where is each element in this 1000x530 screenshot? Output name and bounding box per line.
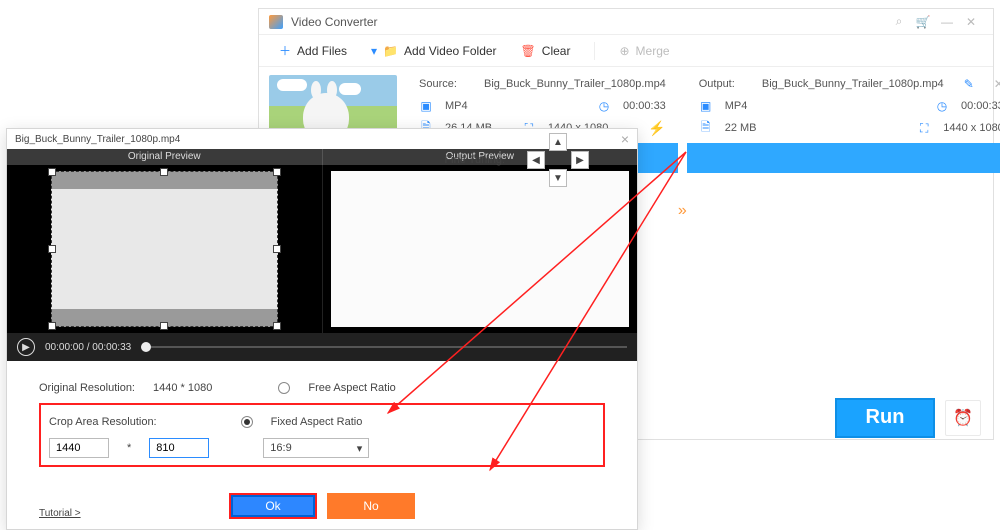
free-ratio-radio[interactable]	[278, 382, 290, 394]
remove-button[interactable]: ✕	[994, 77, 1000, 91]
cart-icon[interactable]: 🛒	[911, 15, 935, 29]
add-folder-button[interactable]: ▾📁Add Video Folder	[371, 44, 497, 58]
seek-slider[interactable]	[141, 346, 627, 348]
clear-button[interactable]: 🗑Clear	[521, 44, 571, 58]
original-preview[interactable]	[7, 165, 323, 333]
ratio-select[interactable]: 16:9▾	[263, 438, 369, 458]
time-display: 00:00:00 / 00:00:33	[45, 342, 131, 353]
minimize-icon[interactable]: —	[935, 15, 959, 29]
nudge-right-button[interactable]: ▶	[571, 151, 589, 169]
ok-button[interactable]: Ok	[229, 493, 317, 519]
trash-icon: 🗑	[521, 44, 536, 58]
crop-marquee[interactable]	[51, 171, 278, 327]
output-filename: Big_Buck_Bunny_Trailer_1080p.mp4	[762, 78, 944, 90]
clock-icon: ◷	[597, 99, 611, 113]
key-icon[interactable]: ⌕	[887, 14, 911, 29]
source-filename: Big_Buck_Bunny_Trailer_1080p.mp4	[484, 78, 666, 90]
plus-icon: ＋	[279, 42, 291, 59]
crop-height-input[interactable]	[149, 438, 209, 458]
merge-button[interactable]: ⊕Merge	[619, 44, 669, 58]
free-ratio-label: Free Aspect Ratio	[308, 382, 395, 394]
format-icon: ▣	[419, 99, 433, 113]
add-files-button[interactable]: ＋Add Files	[279, 42, 347, 59]
alarm-button[interactable]: ⏰	[945, 400, 981, 436]
run-button[interactable]: Run	[835, 398, 935, 438]
nudge-up-button[interactable]: ▲	[549, 133, 567, 151]
tutorial-link[interactable]: Tutorial >	[39, 508, 81, 519]
chevron-down-icon: ▾	[371, 44, 377, 58]
fixed-ratio-label: Fixed Aspect Ratio	[271, 416, 363, 428]
orig-res-label: Original Resolution:	[39, 382, 135, 394]
orig-res-value: 1440 * 1080	[153, 382, 212, 394]
merge-icon: ⊕	[619, 44, 629, 58]
toolbar: ＋Add Files ▾📁Add Video Folder 🗑Clear ⊕Me…	[259, 35, 993, 67]
fixed-ratio-radio[interactable]	[241, 416, 253, 428]
original-preview-header: Original Preview	[7, 149, 323, 165]
bolt-icon: ⚡	[648, 120, 665, 137]
output-panel: Output: Big_Buck_Bunny_Trailer_1080p.mp4…	[687, 67, 1000, 355]
folder-icon: 📁	[383, 44, 398, 58]
nudge-left-button[interactable]: ◀	[527, 151, 545, 169]
dialog-title: Big_Buck_Bunny_Trailer_1080p.mp4	[15, 134, 180, 145]
size-icon: ⛶	[917, 121, 931, 136]
arrow-divider-icon: »	[678, 67, 687, 355]
file-icon: 🗎	[699, 118, 713, 139]
crop-width-input[interactable]	[49, 438, 109, 458]
titlebar: Video Converter ⌕ 🛒 — ✕	[259, 9, 993, 35]
crop-dialog: Big_Buck_Bunny_Trailer_1080p.mp4 × Origi…	[6, 128, 638, 530]
close-icon[interactable]: ✕	[959, 15, 983, 29]
dialog-close-button[interactable]: ×	[621, 131, 629, 147]
format-icon: ▣	[699, 99, 713, 113]
play-button[interactable]: ▶	[17, 338, 35, 356]
output-preview	[323, 165, 638, 333]
nudge-down-button[interactable]: ▼	[549, 169, 567, 187]
app-logo-icon	[269, 15, 283, 29]
no-button[interactable]: No	[327, 493, 415, 519]
fine-tune-label: Fine Tuning:	[444, 154, 505, 166]
rename-button[interactable]: ✎	[964, 77, 974, 91]
crop-res-label: Crop Area Resolution:	[49, 416, 157, 428]
clock-icon: ◷	[935, 99, 949, 113]
app-title: Video Converter	[291, 15, 378, 29]
